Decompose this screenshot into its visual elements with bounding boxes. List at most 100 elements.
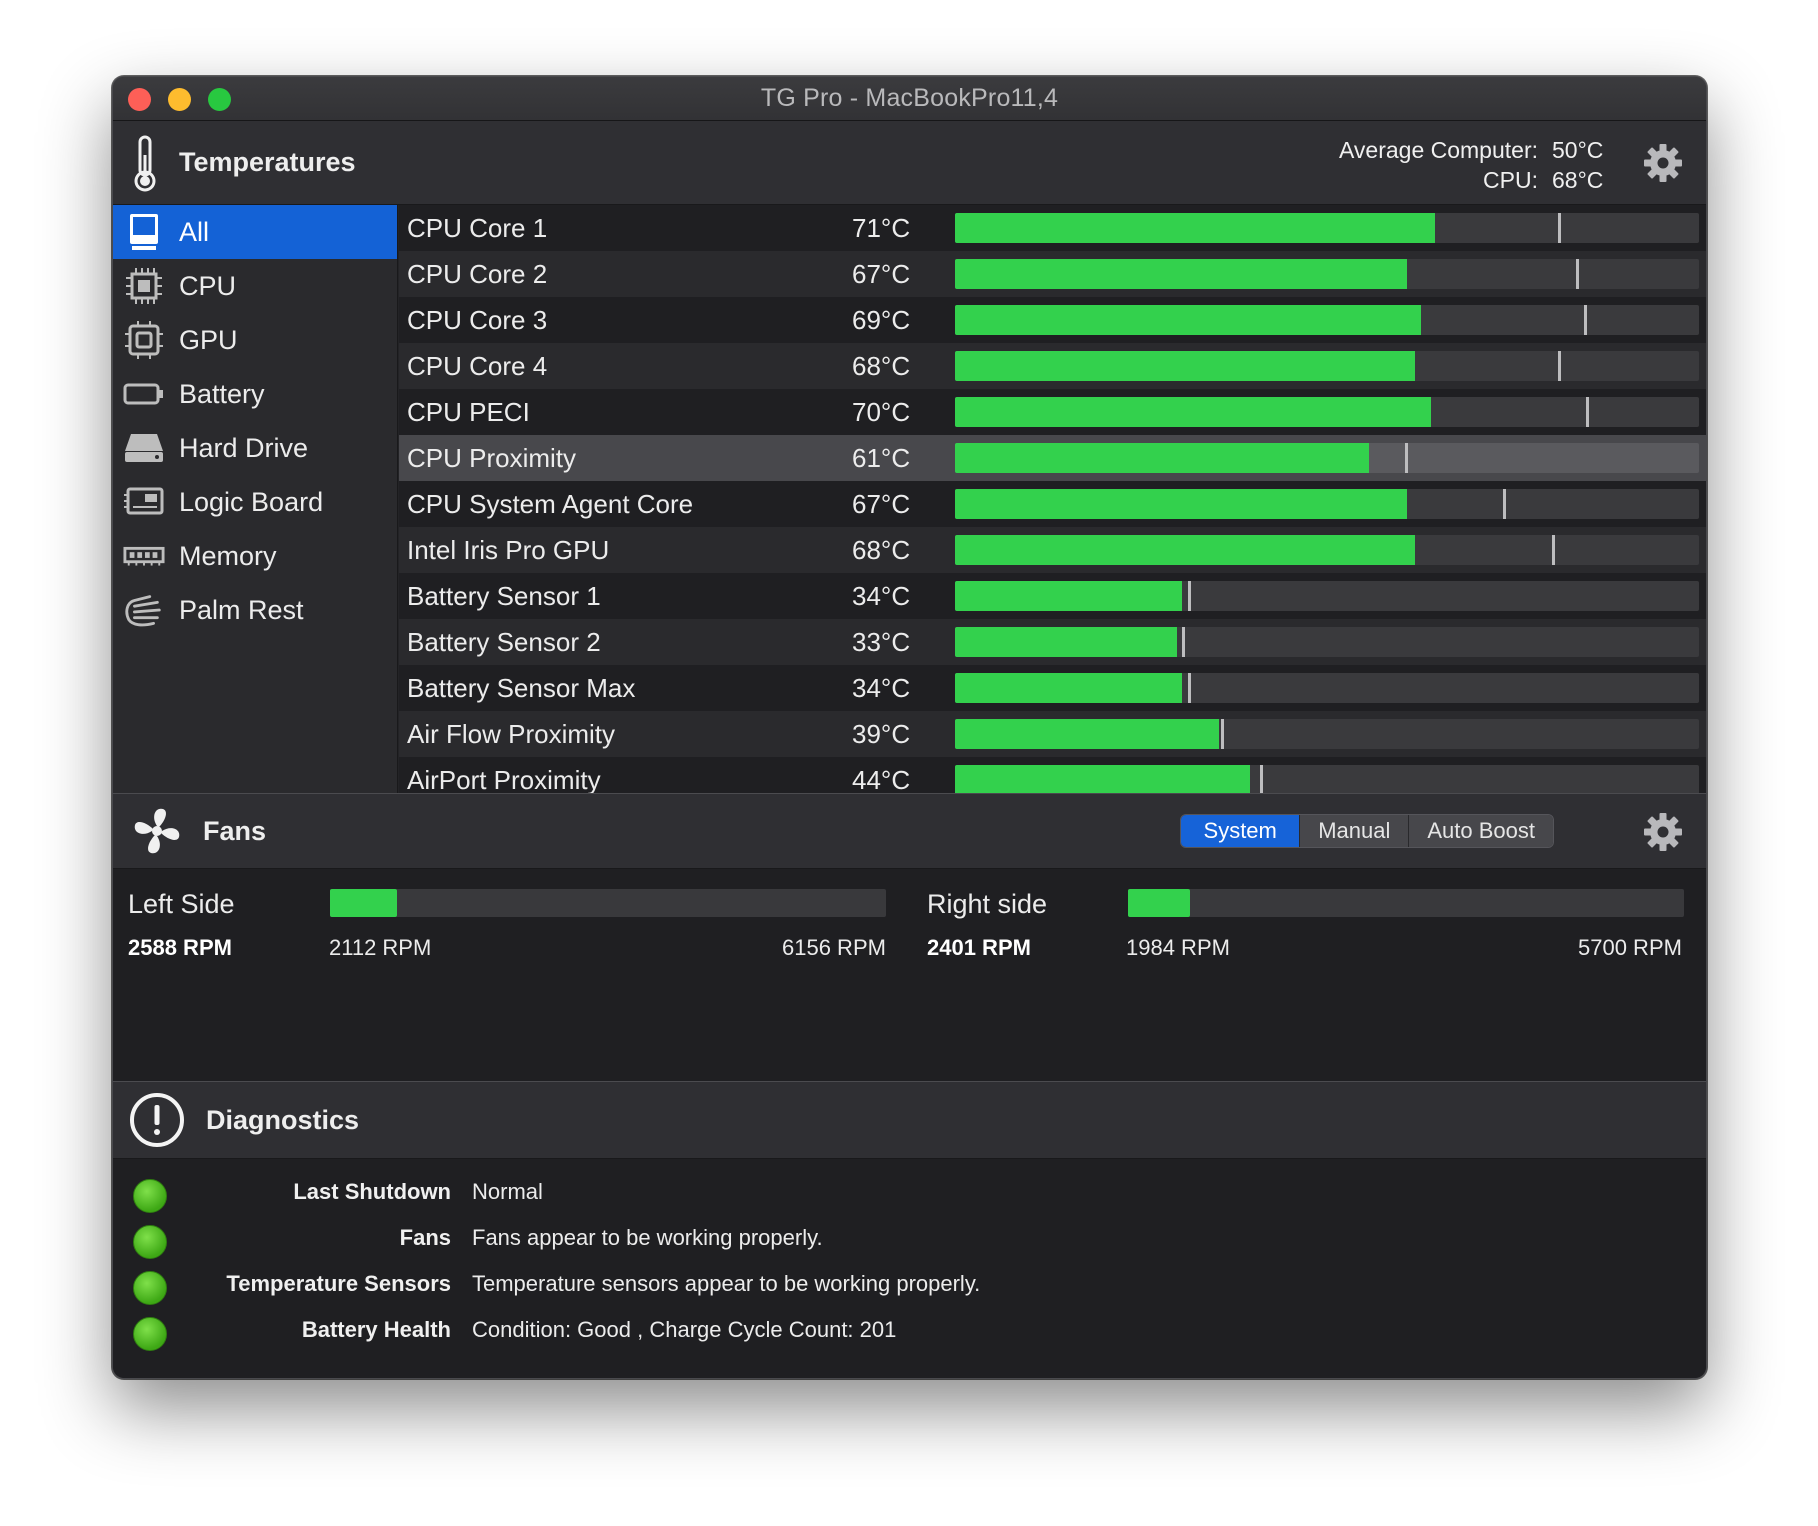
temperature-bar bbox=[955, 489, 1699, 519]
sidebar-item-label: Memory bbox=[179, 540, 277, 571]
temperature-bar-fill bbox=[955, 719, 1220, 749]
temperature-row[interactable]: AirPort Proximity 44°C bbox=[399, 757, 1706, 793]
temperature-row[interactable]: Battery Sensor Max 34°C bbox=[399, 665, 1706, 711]
left-fan-min-rpm: 2112 RPM bbox=[329, 935, 432, 960]
temperature-row[interactable]: Air Flow Proximity 39°C bbox=[399, 711, 1706, 757]
sensor-name: AirPort Proximity bbox=[407, 764, 601, 794]
sensor-temperature: 67°C bbox=[852, 488, 911, 519]
status-indicator-icon bbox=[133, 1225, 167, 1259]
fan-mode-manual-button[interactable]: Manual bbox=[1299, 815, 1409, 847]
sensor-name: CPU Proximity bbox=[407, 442, 577, 473]
temperatures-header: Temperatures Average Computer: 50°C CPU: 6… bbox=[113, 121, 1706, 205]
temperature-row[interactable]: CPU Core 2 67°C bbox=[399, 251, 1706, 297]
temperature-bar-fill bbox=[955, 351, 1415, 381]
sensor-name: Intel Iris Pro GPU bbox=[407, 534, 610, 565]
sidebar-item-memory[interactable]: Memory bbox=[113, 529, 397, 583]
temperature-row[interactable]: CPU PECI 70°C bbox=[399, 389, 1706, 435]
sidebar-item-battery[interactable]: Battery bbox=[113, 367, 397, 421]
max-temperature-marker bbox=[1187, 673, 1191, 703]
temperature-row[interactable]: CPU System Agent Core 67°C bbox=[399, 481, 1706, 527]
temperature-row[interactable]: CPU Core 1 71°C bbox=[399, 205, 1706, 251]
diagnostic-key: Fans bbox=[399, 1225, 451, 1250]
sensor-category-sidebar: All CPU GPU Battery Hard Drive Logic Boa… bbox=[113, 205, 398, 793]
sidebar-item-hard-drive[interactable]: Hard Drive bbox=[113, 421, 397, 475]
zoom-window-button[interactable] bbox=[208, 88, 231, 111]
battery-icon bbox=[123, 373, 165, 415]
temperature-bar bbox=[955, 397, 1699, 427]
temperature-row[interactable]: Battery Sensor 2 33°C bbox=[399, 619, 1706, 665]
fans-settings-gear-icon[interactable] bbox=[1642, 811, 1684, 853]
sidebar-item-palm-rest[interactable]: Palm Rest bbox=[113, 583, 397, 637]
max-temperature-marker bbox=[1260, 765, 1264, 793]
max-temperature-marker bbox=[1405, 443, 1409, 473]
diagnostic-key: Last Shutdown bbox=[293, 1179, 451, 1204]
temperature-row[interactable]: CPU Core 3 69°C bbox=[399, 297, 1706, 343]
max-temperature-marker bbox=[1557, 213, 1561, 243]
diagnostic-value: Fans appear to be working properly. bbox=[472, 1225, 823, 1250]
minimize-window-button[interactable] bbox=[168, 88, 191, 111]
diagnostic-row-fans: Fans Fans appear to be working properly. bbox=[113, 1217, 1706, 1263]
logic-board-icon bbox=[123, 481, 165, 523]
diagnostic-key: Temperature Sensors bbox=[226, 1271, 451, 1296]
sensor-temperature: 33°C bbox=[852, 626, 911, 657]
sidebar-item-label: Hard Drive bbox=[179, 432, 309, 463]
title-bar[interactable]: TG Pro - MacBookPro11,4 bbox=[113, 77, 1706, 121]
alert-circle-icon bbox=[128, 1091, 186, 1149]
temperatures-settings-gear-icon[interactable] bbox=[1642, 142, 1684, 184]
right-fan-min-rpm: 1984 RPM bbox=[1126, 935, 1230, 960]
hard-drive-icon bbox=[123, 427, 165, 469]
diagnostics-header: Diagnostics bbox=[113, 1081, 1706, 1159]
window-controls bbox=[128, 88, 231, 111]
temperature-bar bbox=[955, 719, 1699, 749]
sensor-name: Battery Sensor 2 bbox=[407, 626, 601, 657]
temperature-bar bbox=[955, 351, 1699, 381]
temperature-bar-fill bbox=[955, 581, 1182, 611]
sidebar-item-gpu[interactable]: GPU bbox=[113, 313, 397, 367]
temperatures-title: Temperatures bbox=[179, 147, 356, 177]
diagnostic-value: Temperature sensors appear to be working… bbox=[472, 1271, 981, 1296]
sensor-temperature: 68°C bbox=[852, 534, 911, 565]
fans-header: Fans System Manual Auto Boost bbox=[113, 793, 1706, 869]
sidebar-item-label: GPU bbox=[179, 324, 238, 355]
sensor-temperature: 34°C bbox=[852, 580, 911, 611]
temperature-sensor-list[interactable]: CPU Core 1 71°C CPU Core 2 67°C CPU Core 3 69… bbox=[399, 205, 1706, 793]
average-computer-value: 50°C bbox=[1552, 137, 1604, 163]
temperature-bar-fill bbox=[955, 489, 1408, 519]
temperature-row[interactable]: CPU Core 4 68°C bbox=[399, 343, 1706, 389]
sensor-name: CPU Core 1 bbox=[407, 212, 548, 243]
temperature-bar-fill bbox=[955, 443, 1369, 473]
sidebar-item-cpu[interactable]: CPU bbox=[113, 259, 397, 313]
max-temperature-marker bbox=[1503, 489, 1507, 519]
sidebar-item-label: All bbox=[179, 216, 210, 247]
sidebar-item-all[interactable]: All bbox=[113, 205, 397, 259]
temperature-row[interactable]: Battery Sensor 1 34°C bbox=[399, 573, 1706, 619]
close-window-button[interactable] bbox=[128, 88, 151, 111]
left-fan-speed-bar bbox=[330, 889, 886, 917]
temperature-bar-fill bbox=[955, 397, 1432, 427]
sensor-temperature: 44°C bbox=[852, 764, 911, 794]
diagnostic-key: Battery Health bbox=[301, 1317, 451, 1342]
sensor-name: Air Flow Proximity bbox=[407, 718, 616, 749]
average-cpu-label: CPU: bbox=[1483, 167, 1538, 193]
temperature-row[interactable]: CPU Proximity 61°C bbox=[399, 435, 1706, 481]
sidebar-item-label: CPU bbox=[179, 270, 237, 301]
max-temperature-marker bbox=[1187, 581, 1191, 611]
temperature-bar bbox=[955, 535, 1699, 565]
fan-mode-auto-boost-button[interactable]: Auto Boost bbox=[1408, 815, 1553, 847]
left-fan-speed-fill bbox=[330, 889, 397, 917]
sidebar-item-label: Logic Board bbox=[179, 486, 324, 517]
fan-mode-segmented-control: System Manual Auto Boost bbox=[1180, 814, 1554, 848]
temperature-row[interactable]: Intel Iris Pro GPU 68°C bbox=[399, 527, 1706, 573]
sidebar-item-logic-board[interactable]: Logic Board bbox=[113, 475, 397, 529]
diagnostic-row-last-shutdown: Last Shutdown Normal bbox=[113, 1171, 1706, 1217]
max-temperature-marker bbox=[1583, 305, 1587, 335]
fan-mode-system-button[interactable]: System bbox=[1181, 815, 1300, 847]
sensor-name: CPU Core 4 bbox=[407, 350, 548, 381]
diagnostic-row-temperature-sensors: Temperature Sensors Temperature sensors … bbox=[113, 1263, 1706, 1309]
sensor-temperature: 69°C bbox=[852, 304, 911, 335]
status-indicator-icon bbox=[133, 1271, 167, 1305]
temperature-bar-fill bbox=[955, 213, 1435, 243]
temperature-bar-fill bbox=[955, 535, 1415, 565]
palm-rest-icon bbox=[123, 589, 165, 631]
sensor-name: Battery Sensor 1 bbox=[407, 580, 601, 611]
